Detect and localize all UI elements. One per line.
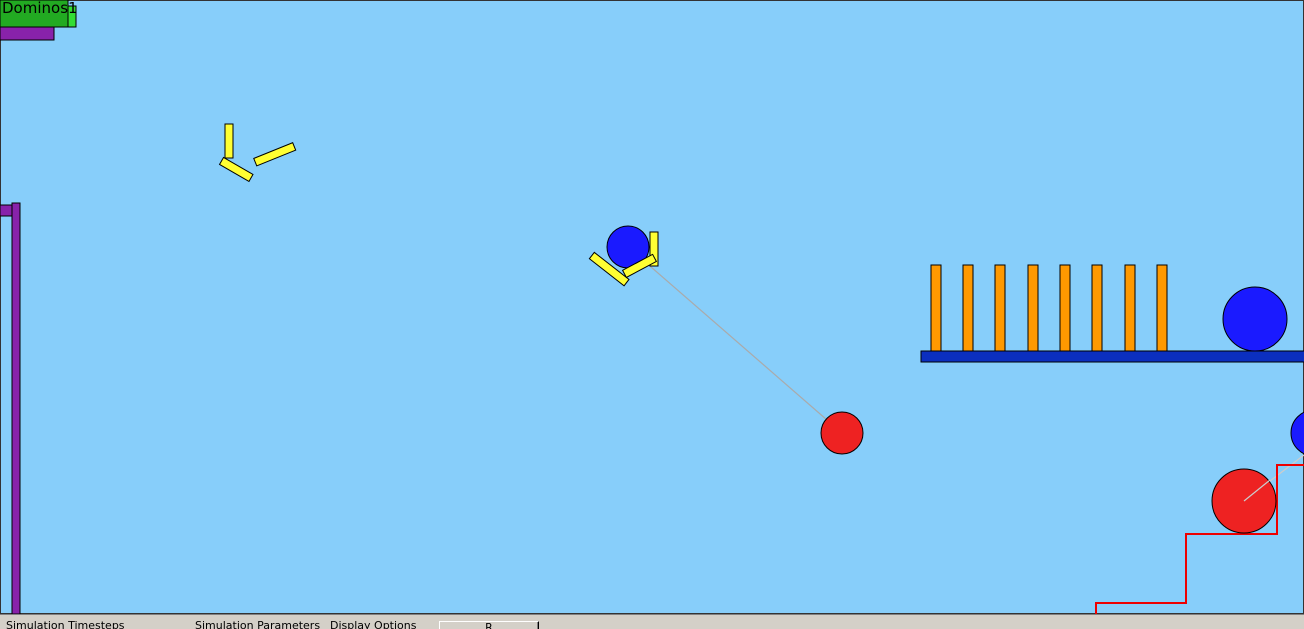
purple-wall <box>11 202 21 615</box>
domino <box>1027 264 1039 352</box>
domino <box>962 264 974 352</box>
domino <box>1059 264 1071 352</box>
domino <box>994 264 1006 352</box>
domino <box>1156 264 1168 352</box>
purple-ledge <box>0 26 55 41</box>
simulation-parameters-menu[interactable]: Simulation Parameters <box>195 619 320 629</box>
run-button[interactable]: R <box>439 621 539 629</box>
red-pendulum-ball <box>820 411 864 455</box>
simulation-canvas[interactable] <box>0 0 1304 629</box>
scene-title: Dominos1 <box>2 0 78 17</box>
bottom-toolbar: Simulation Timesteps Simulation Paramete… <box>0 614 1304 629</box>
sky-background <box>0 0 1304 614</box>
blue-ball-platform <box>1222 286 1288 352</box>
domino <box>1124 264 1136 352</box>
simulation-timesteps-menu[interactable]: Simulation Timesteps <box>6 619 125 629</box>
blue-platform <box>920 350 1304 363</box>
domino <box>1091 264 1103 352</box>
domino <box>930 264 942 352</box>
display-options-menu[interactable]: Display Options <box>330 619 417 629</box>
